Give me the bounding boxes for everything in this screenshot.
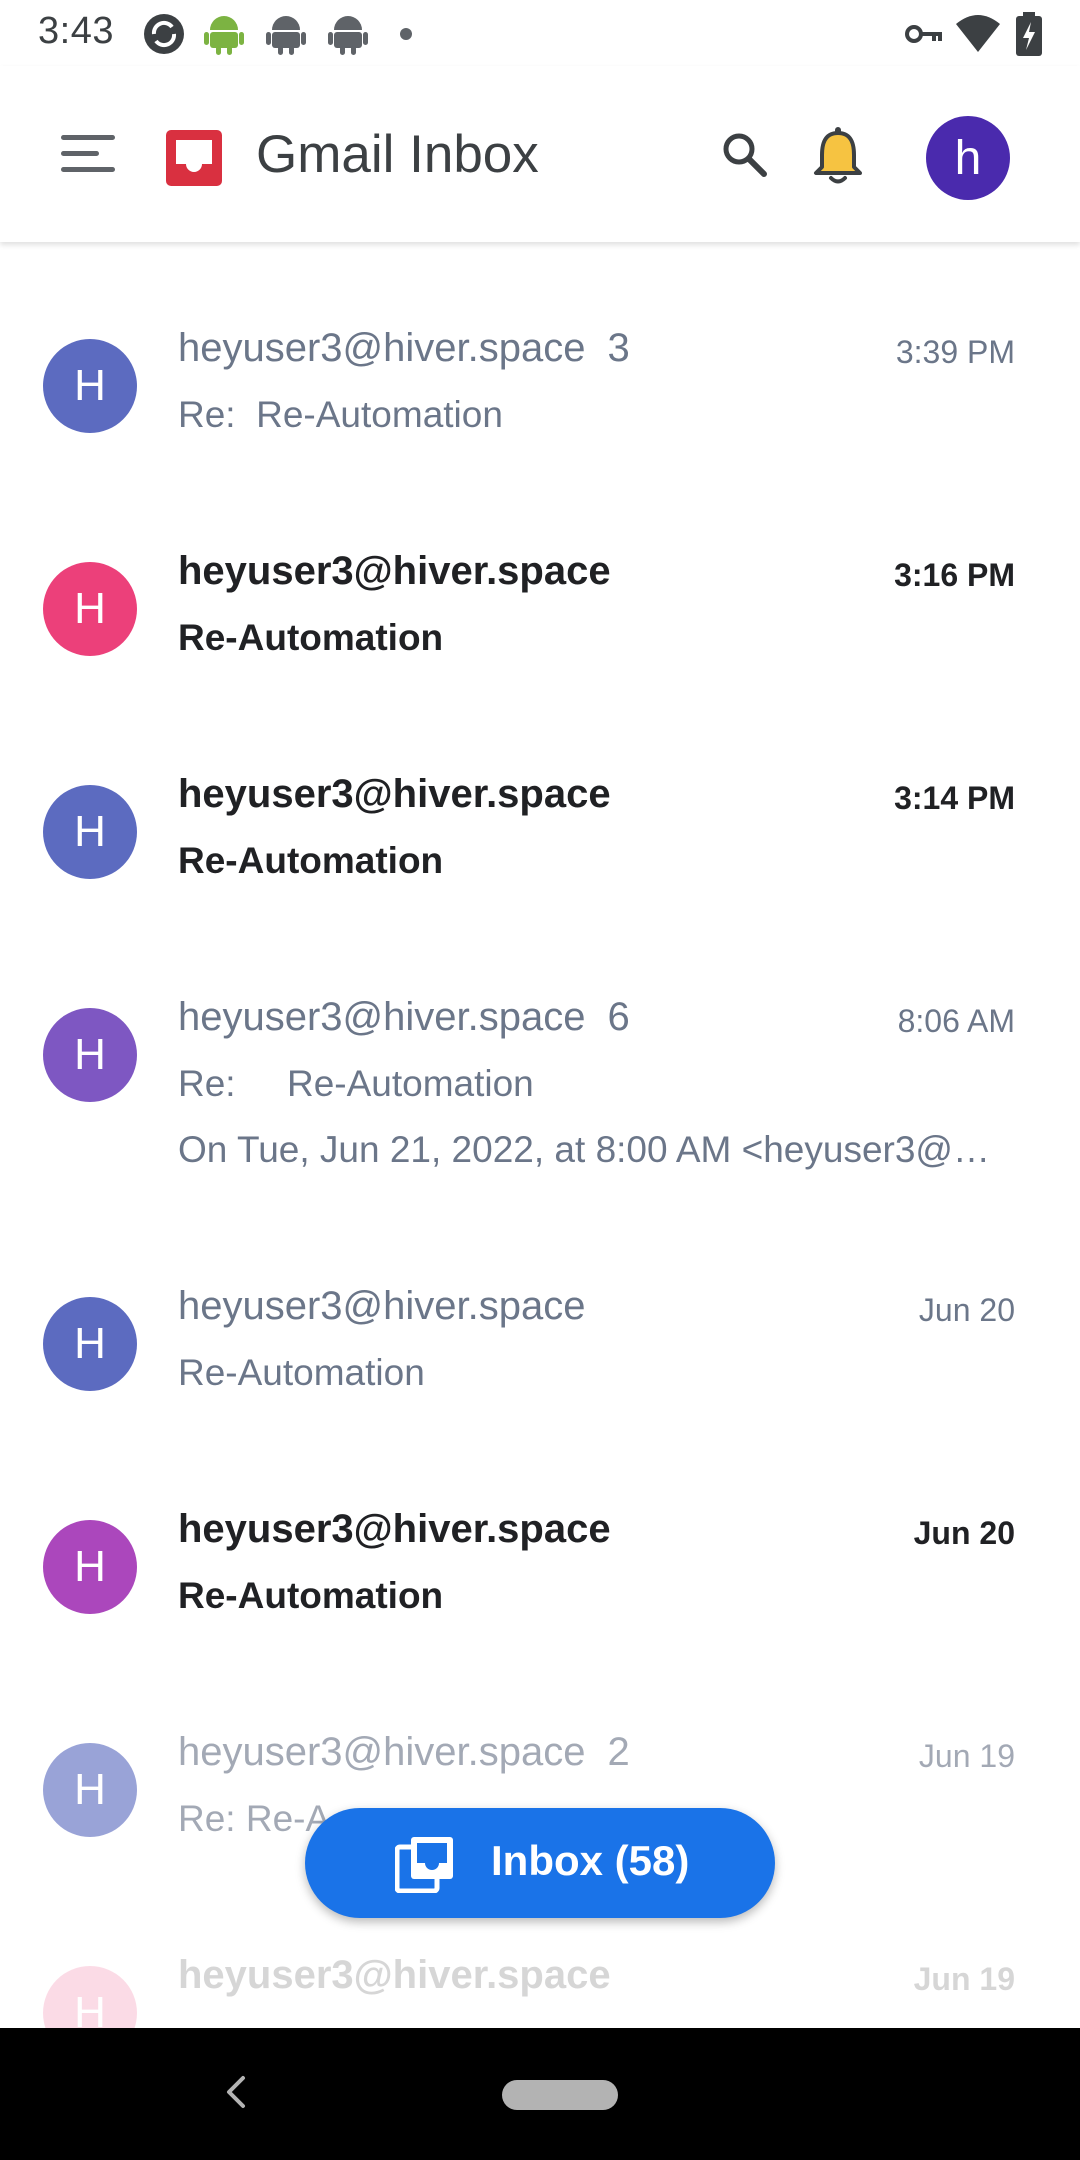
account-avatar[interactable]: h bbox=[926, 116, 1010, 200]
sender-address: heyuser3@hiver.space bbox=[178, 1953, 611, 1997]
sender-avatar: H bbox=[43, 339, 137, 433]
sender-name: heyuser3@hiver.space 2 bbox=[178, 1730, 630, 1775]
email-time: Jun 19 bbox=[918, 1738, 1015, 1774]
bell-icon bbox=[809, 125, 867, 192]
email-row[interactable]: H heyuser3@hiver.space 3 3:39 PM Re: Re-A… bbox=[0, 302, 1080, 482]
sender-avatar-initial: H bbox=[74, 1030, 106, 1079]
sender-avatar-initial: H bbox=[74, 1319, 106, 1368]
sender-name: heyuser3@hiver.space bbox=[178, 1953, 611, 1998]
sender-name: heyuser3@hiver.space bbox=[178, 772, 611, 817]
email-row[interactable]: H heyuser3@hiver.space 3:16 PM Re-Automa… bbox=[0, 525, 1080, 705]
sender-address: heyuser3@hiver.space bbox=[178, 549, 611, 593]
menu-button[interactable] bbox=[46, 114, 130, 198]
sender-avatar: H bbox=[43, 1520, 137, 1614]
sender-avatar: H bbox=[43, 1008, 137, 1102]
android-icon bbox=[204, 12, 248, 56]
sender-avatar-initial: H bbox=[74, 361, 106, 410]
email-time: Jun 20 bbox=[918, 1292, 1015, 1328]
sender-name: heyuser3@hiver.space 3 bbox=[178, 326, 630, 371]
email-time: 3:39 PM bbox=[895, 334, 1015, 370]
email-list: H heyuser3@hiver.space 3 3:39 PM Re: Re-A… bbox=[0, 242, 1080, 2028]
sender-avatar: H bbox=[43, 562, 137, 656]
email-subject: Re-Automation bbox=[178, 840, 444, 881]
email-subject: Re: Re-Automation bbox=[178, 394, 503, 435]
dot-icon bbox=[396, 12, 440, 56]
email-subject: Re-Automation bbox=[178, 1575, 444, 1616]
android-icon bbox=[266, 12, 310, 56]
sender-avatar-initial: H bbox=[74, 584, 106, 633]
sender-address: heyuser3@hiver.space bbox=[178, 1730, 586, 1774]
sender-name: heyuser3@hiver.space bbox=[178, 1507, 611, 1552]
email-row[interactable]: H heyuser3@hiver.space 6 8:06 AM Re: Re-A… bbox=[0, 971, 1080, 1211]
email-subject: Re-Automation bbox=[178, 617, 444, 658]
search-button[interactable] bbox=[706, 118, 782, 194]
email-subject: Re-Automation bbox=[178, 1352, 425, 1393]
home-pill-button[interactable] bbox=[502, 2080, 618, 2110]
email-row[interactable]: H heyuser3@hiver.space Jun 20 Re-Automat… bbox=[0, 1260, 1080, 1440]
app-title: Gmail Inbox bbox=[256, 125, 539, 184]
system-nav-bar bbox=[0, 2028, 1080, 2160]
inbox-fab-label: Inbox (58) bbox=[491, 1837, 690, 1884]
hamburger-menu-icon bbox=[59, 133, 117, 180]
android-icon bbox=[328, 12, 372, 56]
sender-name: heyuser3@hiver.space bbox=[178, 549, 611, 594]
sender-name: heyuser3@hiver.space bbox=[178, 1284, 586, 1329]
inbox-fab-button[interactable]: Inbox (58) bbox=[305, 1808, 775, 1918]
email-subject: Re: Re-Automation bbox=[178, 1063, 534, 1104]
email-row[interactable]: H heyuser3@hiver.space Jun 20 Re-Automat… bbox=[0, 1483, 1080, 1663]
sender-address: heyuser3@hiver.space bbox=[178, 1507, 611, 1551]
sender-avatar: H bbox=[43, 1966, 137, 2028]
email-time: 8:06 AM bbox=[897, 1003, 1015, 1039]
sender-address: heyuser3@hiver.space bbox=[178, 995, 586, 1039]
sender-avatar-initial: H bbox=[74, 1988, 106, 2028]
sender-avatar: H bbox=[43, 785, 137, 879]
status-bar: 3:43 bbox=[0, 0, 1080, 66]
email-time: 3:14 PM bbox=[894, 780, 1015, 816]
notifications-button[interactable] bbox=[798, 118, 878, 198]
email-time: Jun 20 bbox=[913, 1515, 1015, 1551]
email-time: Jun 19 bbox=[913, 1961, 1015, 1997]
email-row[interactable]: H heyuser3@hiver.space 3:14 PM Re-Automa… bbox=[0, 748, 1080, 928]
sender-avatar: H bbox=[43, 1297, 137, 1391]
app-logo-icon bbox=[166, 130, 222, 186]
email-time: 3:16 PM bbox=[894, 557, 1015, 593]
account-initial: h bbox=[954, 131, 982, 185]
sender-name: heyuser3@hiver.space 6 bbox=[178, 995, 630, 1040]
email-row[interactable]: H heyuser3@hiver.space Jun 19 bbox=[0, 1929, 1080, 2028]
sender-address: heyuser3@hiver.space bbox=[178, 772, 611, 816]
gmail-inbox-screen: 3:43 Gmail Inbox h H heyuser3@hiver.spac… bbox=[0, 0, 1080, 2160]
status-time: 3:43 bbox=[38, 10, 114, 52]
inbox-icon bbox=[394, 1835, 455, 1894]
app-bar: Gmail Inbox h bbox=[0, 66, 1080, 242]
email-subject: Re: Re-A bbox=[178, 1798, 331, 1839]
back-button[interactable] bbox=[206, 2064, 266, 2124]
back-icon bbox=[221, 2072, 251, 2117]
sync-icon bbox=[142, 12, 186, 56]
thread-count: 6 bbox=[607, 995, 630, 1039]
search-icon bbox=[720, 130, 768, 183]
wifi-icon bbox=[954, 12, 1002, 56]
email-snippet: On Tue, Jun 21, 2022, at 8:00 AM <heyuse… bbox=[178, 1129, 1008, 1170]
thread-count: 3 bbox=[607, 326, 630, 370]
sender-avatar: H bbox=[43, 1743, 137, 1837]
sender-address: heyuser3@hiver.space bbox=[178, 326, 586, 370]
sender-avatar-initial: H bbox=[74, 807, 106, 856]
thread-count: 2 bbox=[607, 1730, 630, 1774]
sender-address: heyuser3@hiver.space bbox=[178, 1284, 586, 1328]
sender-avatar-initial: H bbox=[74, 1542, 106, 1591]
vpn-key-icon bbox=[904, 12, 944, 56]
battery-charging-icon bbox=[1014, 12, 1044, 56]
sender-avatar-initial: H bbox=[74, 1765, 106, 1814]
